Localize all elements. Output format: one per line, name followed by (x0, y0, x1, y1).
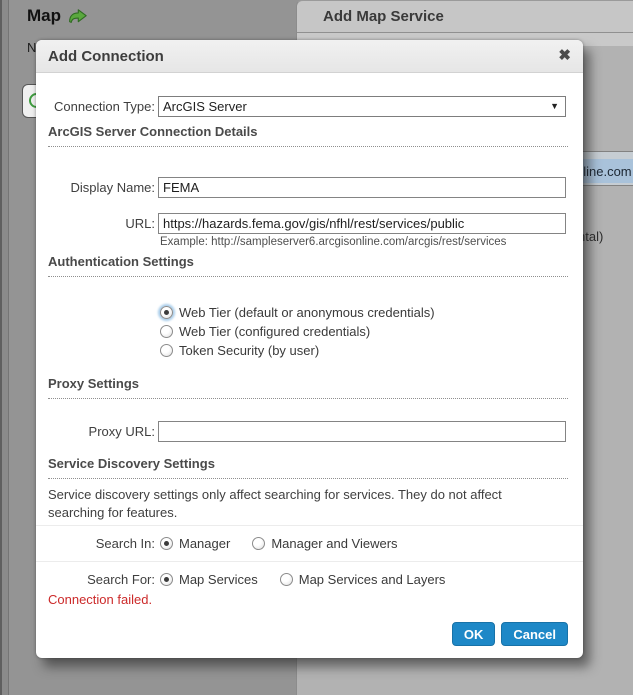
section-service-discovery: Service Discovery Settings (48, 456, 568, 479)
display-name-input[interactable] (158, 176, 566, 198)
connection-error-message: Connection failed. (48, 592, 153, 607)
dialog-title: Add Connection (48, 47, 164, 65)
connection-type-label: Connection Type: (54, 98, 155, 114)
auth-option-label: Token Security (by user) (179, 343, 320, 358)
add-map-service-title: Add Map Service (323, 8, 444, 25)
radio-selected-icon[interactable] (160, 306, 173, 319)
background-name-label: N (27, 40, 37, 55)
search-for-label: Search For: (87, 572, 155, 587)
search-in-option-manager-and-viewers[interactable]: Manager and Viewers (252, 536, 398, 551)
add-connection-dialog: Add Connection ✖ Connection Type: ArcGIS… (36, 40, 583, 658)
auth-option-label: Web Tier (configured credentials) (179, 324, 371, 339)
url-row: URL: (36, 212, 568, 234)
proxy-url-label: Proxy URL: (88, 423, 155, 439)
connection-type-value: ArcGIS Server (163, 98, 247, 114)
radio-icon[interactable] (160, 325, 173, 338)
close-icon[interactable]: ✖ (558, 46, 571, 66)
cancel-button[interactable]: Cancel (501, 622, 568, 646)
section-connection-details: ArcGIS Server Connection Details (48, 124, 568, 147)
radio-selected-icon[interactable] (160, 573, 173, 586)
radio-selected-icon[interactable] (160, 537, 173, 550)
auth-option-token-security[interactable]: Token Security (by user) (160, 341, 435, 360)
option-label: Manager (179, 536, 231, 551)
url-example-text: Example: http://sampleserver6.arcgisonli… (160, 236, 507, 248)
url-input[interactable] (158, 212, 566, 234)
search-in-label: Search In: (95, 536, 155, 551)
display-name-label: Display Name: (70, 179, 155, 195)
section-proxy: Proxy Settings (48, 376, 568, 399)
service-discovery-note: Service discovery settings only affect s… (48, 487, 502, 521)
dialog-footer: OK Cancel (451, 622, 568, 646)
screen: Map N Add Map Service nline.com ntal) Ad… (0, 0, 633, 695)
option-label: Manager and Viewers (271, 536, 398, 551)
left-panel-edge (0, 0, 9, 695)
display-name-row: Display Name: (36, 176, 568, 198)
green-forward-arrow-icon[interactable] (68, 8, 87, 24)
add-map-service-titlebar: Add Map Service (297, 1, 633, 33)
search-for-option-map-services[interactable]: Map Services (160, 572, 258, 587)
option-label: Map Services and Layers (298, 572, 446, 587)
map-panel-title: Map (27, 6, 87, 26)
background-url-selection: nline.com (576, 159, 633, 183)
proxy-url-input[interactable] (158, 420, 566, 442)
radio-icon[interactable] (252, 537, 266, 550)
proxy-url-row: Proxy URL: (36, 420, 568, 442)
auth-radio-group: Web Tier (default or anonymous credentia… (160, 303, 435, 360)
url-label: URL: (125, 215, 155, 231)
map-title-label: Map (27, 6, 61, 25)
auth-option-web-tier-configured[interactable]: Web Tier (configured credentials) (160, 322, 435, 341)
chevron-down-icon: ▼ (550, 101, 559, 111)
dialog-header[interactable]: Add Connection ✖ (36, 40, 583, 73)
search-for-option-map-services-and-layers[interactable]: Map Services and Layers (279, 572, 446, 587)
auth-option-web-tier-anonymous[interactable]: Web Tier (default or anonymous credentia… (160, 303, 435, 322)
connection-type-select[interactable]: ArcGIS Server ▼ (158, 95, 566, 117)
section-authentication: Authentication Settings (48, 254, 568, 277)
auth-option-label: Web Tier (default or anonymous credentia… (179, 305, 435, 320)
search-in-option-manager[interactable]: Manager (160, 536, 230, 551)
radio-icon[interactable] (160, 344, 173, 357)
radio-icon[interactable] (279, 573, 293, 586)
ok-button[interactable]: OK (451, 622, 496, 646)
search-in-row: Search In: Manager Manager and Viewers (36, 525, 583, 561)
connection-type-row: Connection Type: ArcGIS Server ▼ (36, 95, 568, 117)
option-label: Map Services (179, 572, 258, 587)
